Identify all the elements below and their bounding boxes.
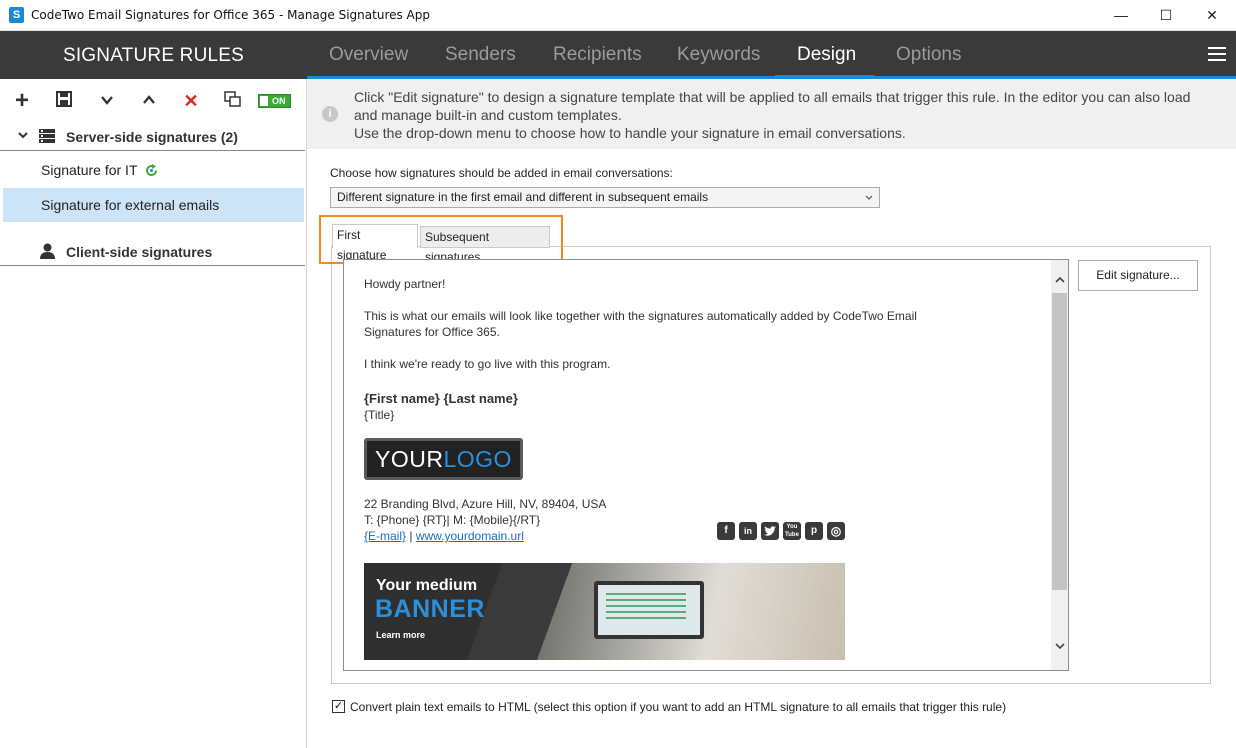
link-separator: | [406, 529, 416, 543]
tab-options[interactable]: Options [874, 31, 983, 79]
preview-title: {Title} [364, 408, 395, 422]
info-icon: i [322, 106, 338, 122]
linkedin-icon[interactable]: in [739, 522, 757, 540]
convert-checkbox-label[interactable]: Convert plain text emails to HTML (selec… [350, 700, 1006, 714]
sidebar: + ✕ ON Server-side signatures (2) Signat… [0, 79, 307, 748]
tab-recipients[interactable]: Recipients [531, 31, 664, 79]
company-logo: YOURLOGO [364, 438, 523, 480]
rule-label: Signature for external emails [41, 197, 220, 213]
rule-item-signature-for-it[interactable]: Signature for IT [3, 153, 304, 187]
logo-text-logo: LOGO [443, 446, 512, 472]
toggle-label: ON [272, 96, 286, 106]
rule-item-signature-for-external-emails[interactable]: Signature for external emails [3, 188, 304, 222]
move-down-icon[interactable] [95, 90, 119, 112]
info-bar: i Click "Edit signature" to design a sig… [307, 79, 1236, 149]
group-client-side[interactable]: Client-side signatures [0, 238, 305, 266]
group-label-client-side: Client-side signatures [66, 244, 213, 260]
tabs-highlight-frame [319, 215, 563, 264]
facebook-icon[interactable]: f [717, 522, 735, 540]
rules-toolbar: + ✕ ON [0, 79, 306, 123]
preview-phone: T: {Phone} {RT}| M: {Mobile}{/RT} [364, 513, 541, 527]
tab-overview[interactable]: Overview [307, 31, 430, 79]
preview-address: 22 Branding Blvd, Azure Hill, NV, 89404,… [364, 497, 607, 511]
dropdown-value: Different signature in the first email a… [337, 190, 709, 204]
preview-body-line3: I think we're ready to go live with this… [364, 357, 611, 371]
add-icon[interactable]: + [10, 89, 34, 113]
info-text-line1: Click "Edit signature" to design a signa… [354, 89, 1191, 105]
group-server-side[interactable]: Server-side signatures (2) [0, 123, 305, 151]
chevron-down-icon [865, 188, 873, 214]
pinterest-icon[interactable]: p [805, 522, 823, 540]
preview-scrollbar[interactable] [1051, 260, 1068, 670]
edit-signature-button[interactable]: Edit signature... [1078, 260, 1198, 291]
banner-title: Your medium [376, 577, 478, 594]
rule-label: Signature for IT [41, 162, 138, 178]
twitter-icon[interactable] [761, 522, 779, 540]
signature-rules-header: SIGNATURE RULES [0, 31, 307, 79]
info-text-line2: and manage built-in and custom templates… [354, 107, 622, 123]
rule-enabled-toggle[interactable]: ON [258, 94, 291, 108]
scroll-down-icon[interactable] [1051, 638, 1068, 656]
window-title: CodeTwo Email Signatures for Office 365 … [31, 8, 430, 22]
menu-icon[interactable] [1208, 47, 1226, 63]
scroll-up-icon[interactable] [1051, 272, 1068, 290]
banner-headline: BANNER [375, 595, 485, 623]
website-link[interactable]: www.yourdomain.url [416, 529, 524, 543]
youtube-icon[interactable]: You Tube [783, 522, 801, 540]
logo-text-your: YOUR [375, 446, 444, 472]
convert-checkbox[interactable]: ✓ [332, 700, 345, 713]
toggle-knob [260, 96, 268, 106]
main-tabs: Overview Senders Recipients Keywords Des… [307, 31, 1236, 79]
delete-icon[interactable]: ✕ [179, 90, 203, 112]
preview-contact-links: {E-mail} | www.yourdomain.url [364, 528, 524, 544]
marketing-banner[interactable]: Your medium BANNER Learn more [364, 563, 845, 660]
collapse-chevron-icon[interactable] [17, 128, 29, 146]
preview-name: {First name} {Last name} [364, 391, 518, 406]
tab-keywords[interactable]: Keywords [655, 31, 782, 79]
email-link[interactable]: {E-mail} [364, 529, 406, 543]
scroll-thumb[interactable] [1052, 293, 1067, 590]
person-icon [40, 243, 55, 264]
duplicate-icon[interactable] [221, 90, 245, 112]
tab-senders[interactable]: Senders [423, 31, 538, 79]
preview-body-line1: This is what our emails will look like t… [364, 309, 917, 323]
info-text-line3: Use the drop-down menu to choose how to … [354, 125, 906, 141]
save-icon[interactable] [52, 90, 76, 112]
signature-preview: Howdy partner! This is what our emails w… [343, 259, 1069, 671]
minimize-button[interactable]: — [1098, 0, 1144, 31]
sync-icon [145, 164, 158, 182]
instagram-icon[interactable]: ◎ [827, 522, 845, 540]
maximize-button[interactable]: ☐ [1143, 0, 1189, 31]
preview-greeting: Howdy partner! [364, 277, 446, 291]
title-bar: S CodeTwo Email Signatures for Office 36… [0, 0, 1236, 31]
conversation-mode-label: Choose how signatures should be added in… [330, 166, 673, 180]
conversation-mode-dropdown[interactable]: Different signature in the first email a… [330, 187, 880, 208]
move-up-icon[interactable] [137, 90, 161, 112]
app-icon: S [9, 7, 24, 23]
preview-body-line2: Signatures for Office 365. [364, 325, 500, 339]
close-button[interactable]: ✕ [1189, 0, 1235, 31]
banner-laptop-image [594, 581, 704, 639]
server-icon [39, 129, 55, 148]
group-label-server-side: Server-side signatures (2) [66, 129, 238, 145]
tab-design[interactable]: Design [775, 31, 874, 79]
banner-cta: Learn more [376, 630, 426, 640]
